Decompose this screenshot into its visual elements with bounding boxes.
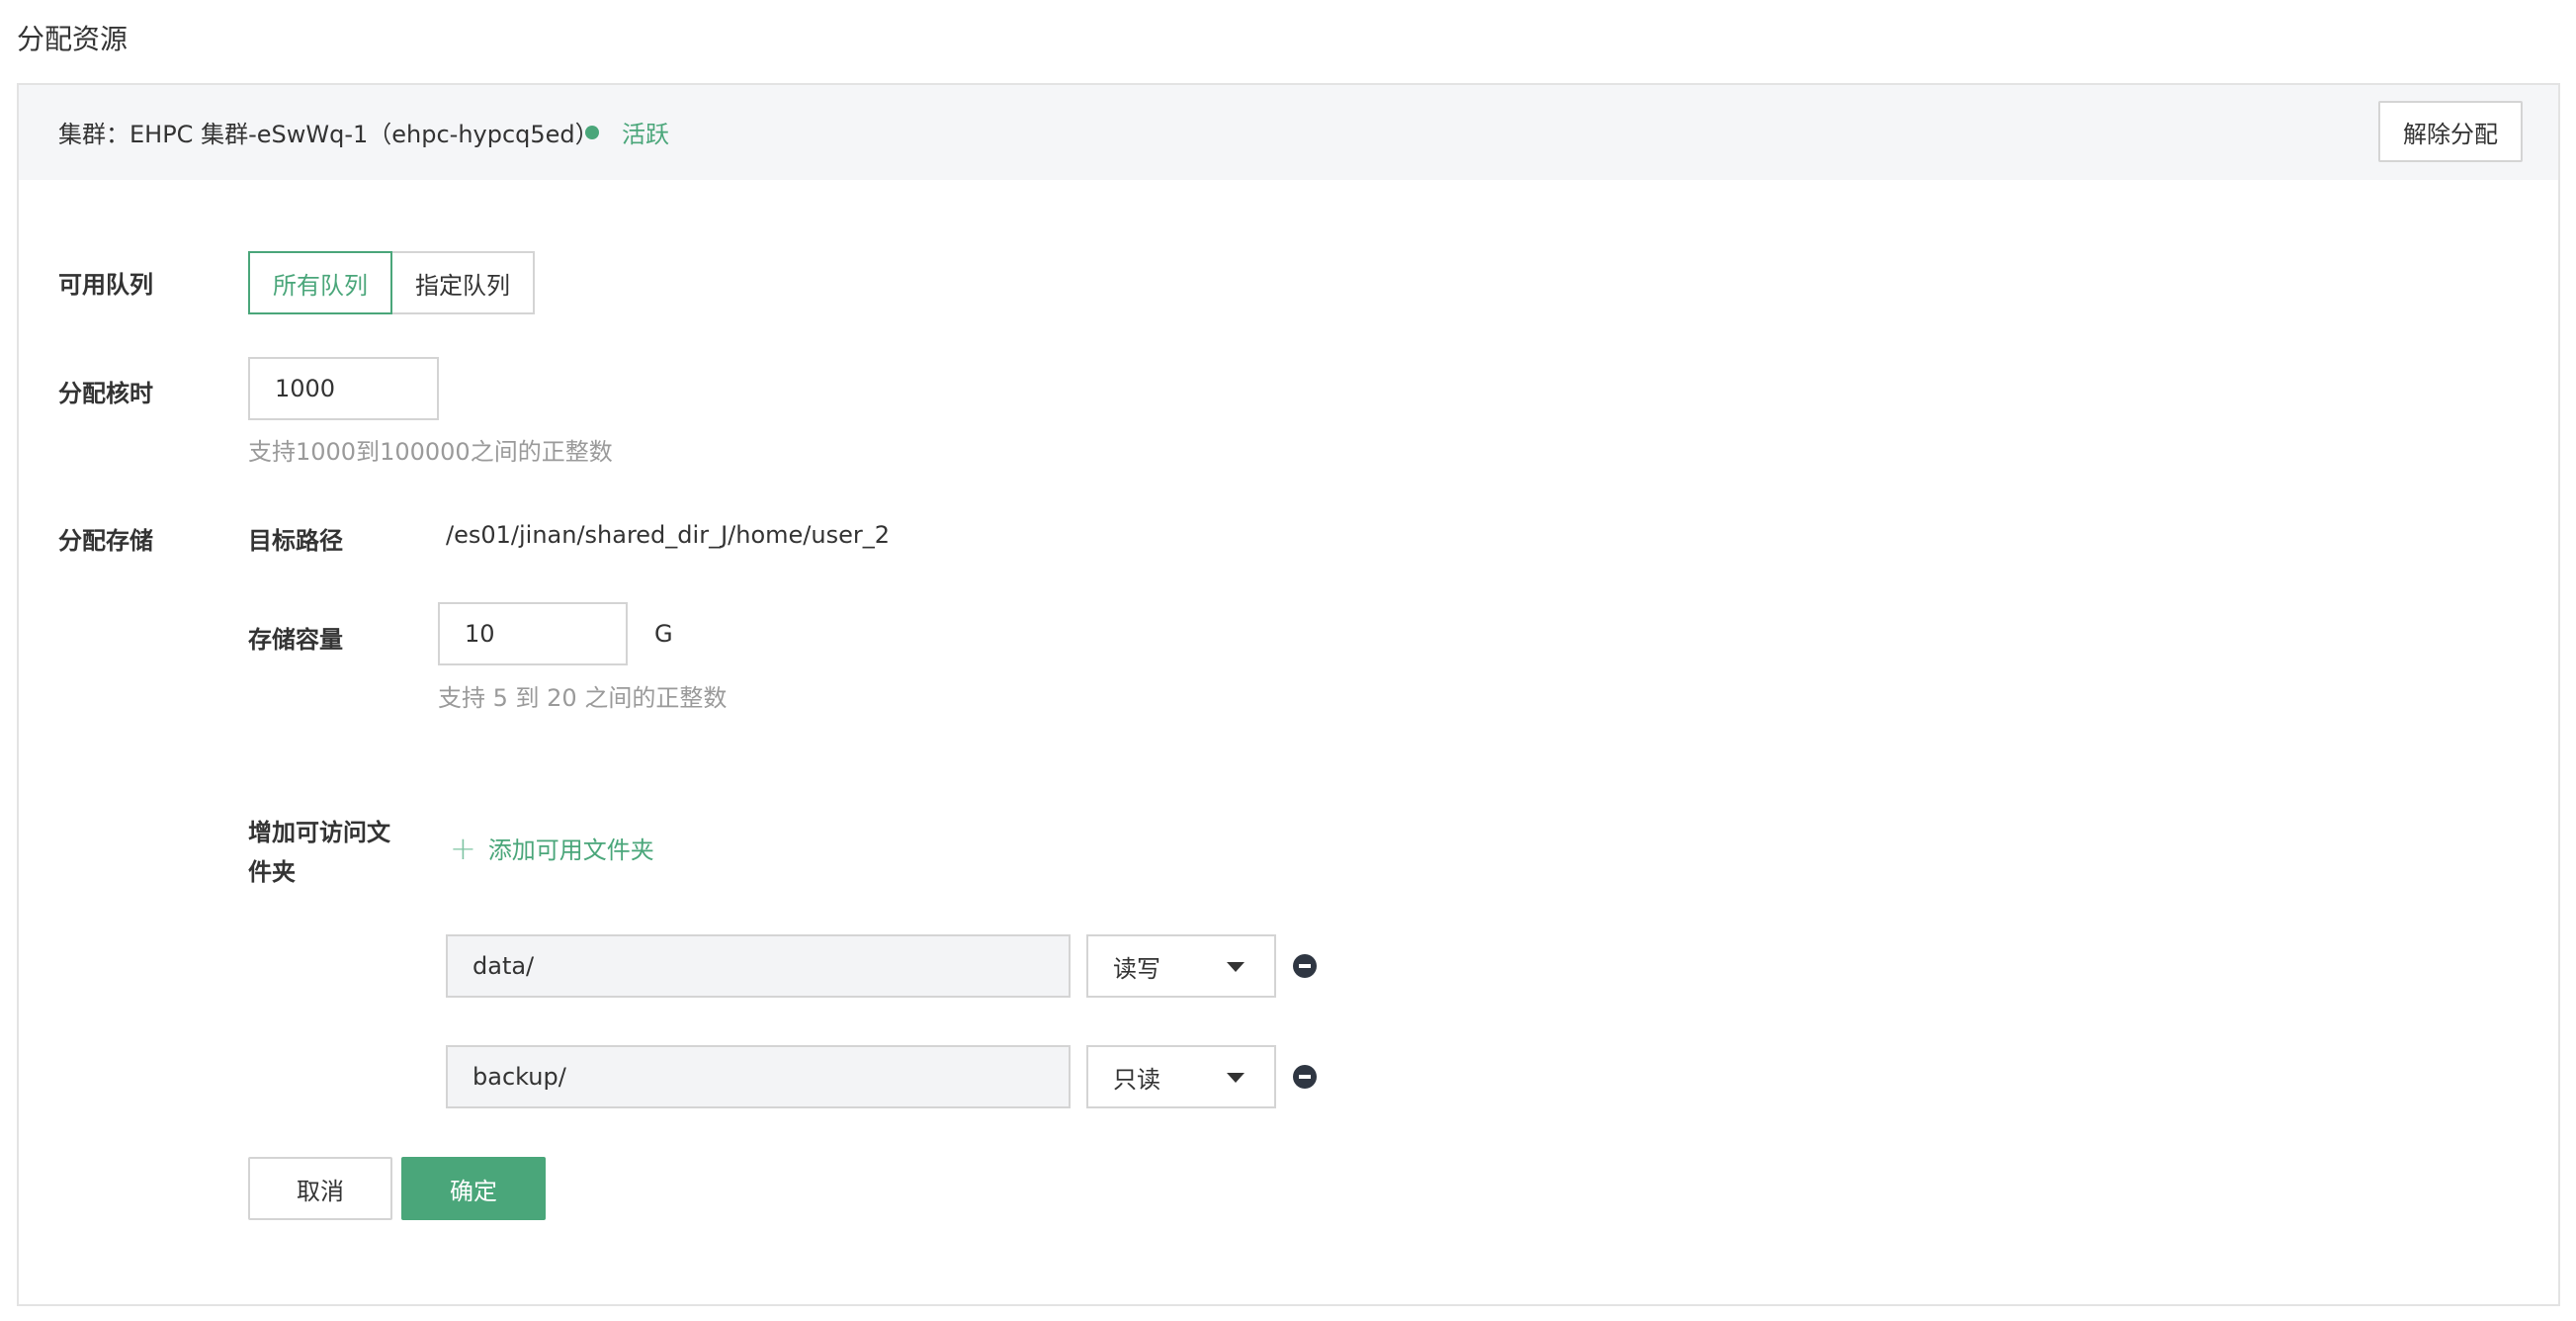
capacity-input[interactable]: 10 bbox=[438, 602, 628, 665]
folder-permission-value: 读写 bbox=[1113, 954, 1160, 983]
status-dot-icon bbox=[585, 126, 599, 139]
folders-label: 增加可访问文件夹 bbox=[248, 819, 390, 886]
storage-label: 分配存储 bbox=[58, 527, 153, 555]
plus-icon: + bbox=[450, 829, 476, 867]
specified-queues-option[interactable]: 指定队列 bbox=[392, 251, 535, 314]
folder-path-input[interactable]: data/ bbox=[446, 934, 1071, 998]
core-hours-hint: 支持1000到100000之间的正整数 bbox=[248, 438, 613, 466]
core-hours-label: 分配核时 bbox=[58, 380, 153, 407]
folder-permission-select[interactable]: 只读 bbox=[1086, 1045, 1276, 1108]
minus-circle-icon[interactable] bbox=[1293, 954, 1317, 978]
all-queues-option[interactable]: 所有队列 bbox=[248, 251, 392, 314]
add-folder-link[interactable]: + 添加可用文件夹 bbox=[450, 831, 654, 865]
confirm-button[interactable]: 确定 bbox=[401, 1157, 546, 1220]
release-button[interactable]: 解除分配 bbox=[2378, 101, 2523, 162]
target-path-value: /es01/jinan/shared_dir_J/home/user_2 bbox=[446, 521, 890, 549]
capacity-label: 存储容量 bbox=[248, 626, 343, 654]
cluster-label: 集群：EHPC 集群-eSwWq-1（ehpc-hypcq5ed） bbox=[58, 121, 599, 148]
capacity-hint: 支持 5 到 20 之间的正整数 bbox=[438, 684, 728, 712]
target-path-label: 目标路径 bbox=[248, 527, 343, 555]
add-folder-label: 添加可用文件夹 bbox=[487, 837, 654, 864]
caret-down-icon bbox=[1227, 1073, 1245, 1083]
caret-down-icon bbox=[1227, 962, 1245, 972]
capacity-unit: G bbox=[654, 620, 673, 648]
cancel-button[interactable]: 取消 bbox=[248, 1157, 392, 1220]
page-title: 分配资源 bbox=[17, 23, 129, 55]
panel-header: 集群：EHPC 集群-eSwWq-1（ehpc-hypcq5ed） 活跃 解除分… bbox=[19, 85, 2558, 180]
folder-path-input[interactable]: backup/ bbox=[446, 1045, 1071, 1108]
core-hours-input[interactable]: 1000 bbox=[248, 357, 439, 420]
queue-toggle: 所有队列 指定队列 bbox=[248, 251, 535, 314]
folder-permission-value: 只读 bbox=[1113, 1065, 1160, 1094]
queues-label: 可用队列 bbox=[58, 271, 153, 299]
folder-permission-select[interactable]: 读写 bbox=[1086, 934, 1276, 998]
status-text: 活跃 bbox=[622, 121, 669, 148]
minus-circle-icon[interactable] bbox=[1293, 1065, 1317, 1089]
